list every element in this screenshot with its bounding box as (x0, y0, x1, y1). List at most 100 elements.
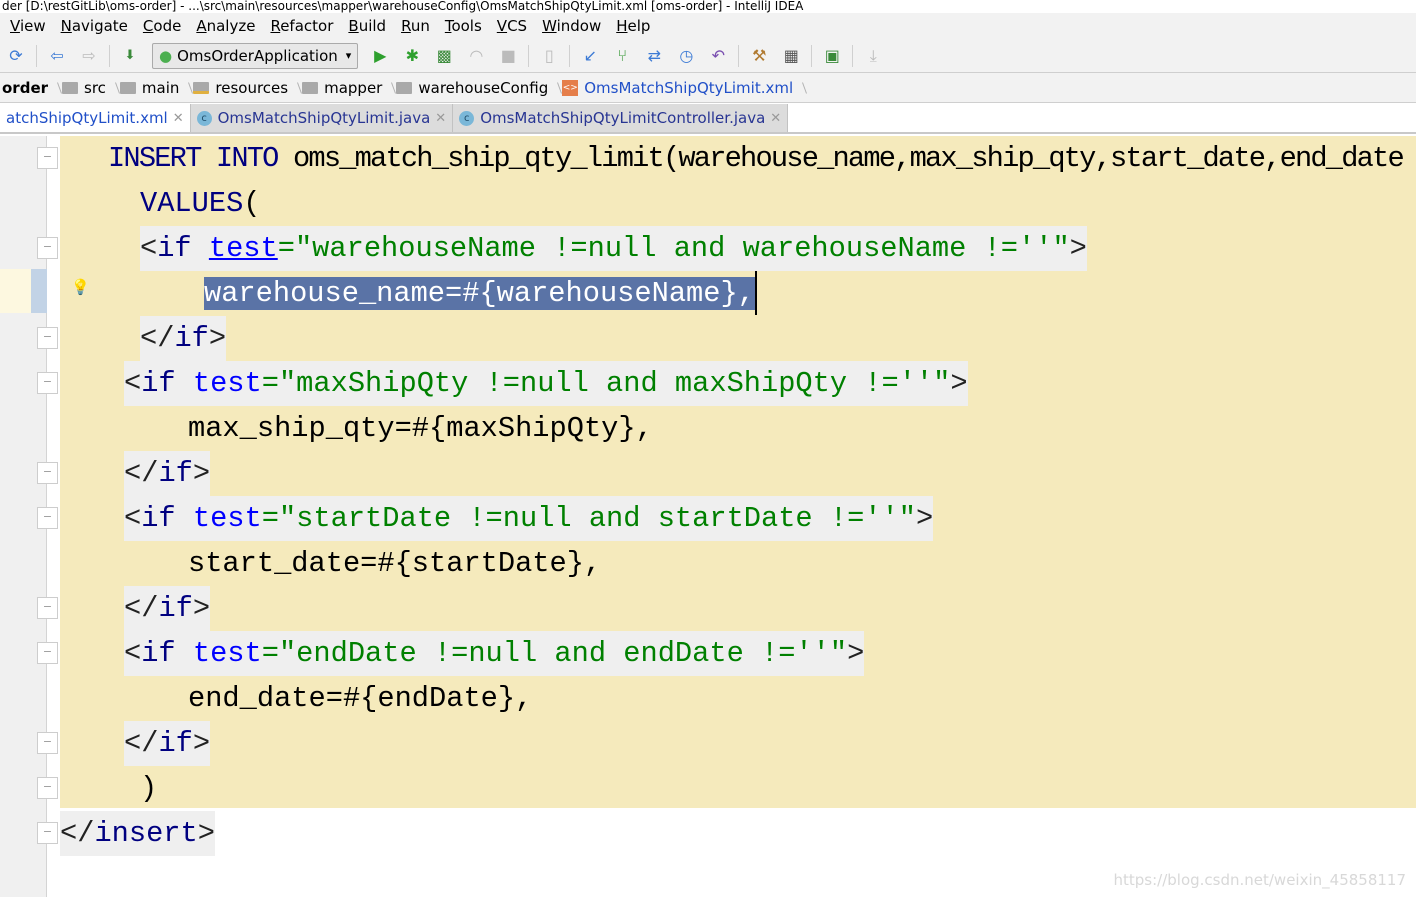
close-icon[interactable]: ✕ (173, 111, 184, 126)
breadcrumb-warehouseconfig[interactable]: warehouseConfig (388, 79, 554, 97)
fold-toggle-icon[interactable]: − (37, 327, 58, 349)
fold-toggle-icon[interactable]: − (37, 642, 58, 664)
code-token: if (141, 637, 193, 670)
menu-tools[interactable]: Tools (445, 17, 482, 35)
vcs-commit-icon[interactable]: ⑂ (610, 44, 634, 68)
chevron-down-icon: ▾ (345, 49, 352, 62)
breadcrumb-project[interactable]: order (0, 79, 54, 97)
code-line[interactable]: max_ship_qty=#{maxShipQty}, (188, 406, 653, 451)
code-line[interactable]: VALUES( (140, 181, 261, 226)
xml-tag: <if test="endDate !=null and endDate !='… (124, 631, 865, 676)
menu-view[interactable]: View (10, 17, 46, 35)
fold-toggle-icon[interactable]: − (37, 822, 58, 844)
code-text: end_date=#{endDate}, (188, 682, 532, 715)
menu-code[interactable]: Code (143, 17, 181, 35)
fold-toggle-icon[interactable]: − (37, 462, 58, 484)
code-token: > (950, 367, 968, 400)
xml-tag: </insert> (60, 811, 215, 856)
fold-toggle-icon[interactable]: − (37, 732, 58, 754)
breadcrumb-mapper[interactable]: mapper (294, 79, 388, 97)
code-line[interactable]: INSERT INTO oms_match_ship_qty_limit(war… (108, 136, 1405, 181)
menu-run[interactable]: Run (401, 17, 430, 35)
run-config-select[interactable]: ● OmsOrderApplication ▾ (152, 42, 359, 69)
sync-icon[interactable]: ⟳ (4, 44, 28, 68)
resources-folder-icon (193, 81, 210, 94)
xml-tag: </if> (124, 451, 211, 496)
code-line[interactable]: <if test="warehouseName !=null and wareh… (140, 226, 1087, 271)
menu-window[interactable]: Window (542, 17, 601, 35)
code-token: test (192, 367, 262, 400)
code-token: </ (124, 727, 159, 760)
fold-toggle-icon[interactable]: − (37, 237, 58, 259)
vcs-update-icon[interactable]: ↙ (578, 44, 602, 68)
code-line[interactable]: end_date=#{endDate}, (188, 676, 532, 721)
code-token: > (208, 322, 227, 355)
vcs-compare-icon[interactable]: ⇄ (642, 44, 666, 68)
code-token: max_ship_qty=#{maxShipQty}, (188, 412, 653, 445)
profile-icon[interactable]: ◠ (464, 44, 488, 68)
xml-tag: <if test="startDate !=null and startDate… (124, 496, 934, 541)
back-icon[interactable]: ⇦ (45, 44, 69, 68)
code-token: ="startDate !=null and startDate !=''" (261, 502, 916, 535)
stop-icon[interactable]: ■ (496, 44, 520, 68)
code-line[interactable]: <if test="maxShipQty !=null and maxShipQ… (124, 361, 968, 406)
code-token: oms_match_ship_qty_limit(warehouse_name,… (292, 142, 1405, 175)
code-token: insert (94, 817, 198, 850)
xml-file-icon: <> (562, 79, 579, 96)
code-token: </ (124, 592, 159, 625)
fold-toggle-icon[interactable]: − (37, 372, 58, 394)
debug-icon[interactable]: ✱ (400, 44, 424, 68)
attach-icon[interactable]: ▯ (537, 44, 561, 68)
breadcrumb-resources[interactable]: resources (185, 79, 294, 97)
project-structure-icon[interactable]: ▦ (779, 44, 803, 68)
revert-icon[interactable]: ↶ (706, 44, 730, 68)
code-line[interactable]: ) (140, 766, 157, 811)
code-token: test (208, 232, 278, 265)
forward-icon[interactable]: ⇨ (77, 44, 101, 68)
code-line[interactable]: </if> (140, 316, 227, 361)
breadcrumb-src[interactable]: src (54, 79, 112, 97)
folder-icon (62, 81, 79, 94)
close-icon[interactable]: ✕ (435, 111, 446, 126)
xml-tag: </if> (140, 316, 227, 361)
fold-toggle-icon[interactable]: − (37, 507, 58, 529)
fold-toggle-icon[interactable]: − (37, 777, 58, 799)
menu-navigate[interactable]: Navigate (61, 17, 128, 35)
menu-vcs[interactable]: VCS (497, 17, 527, 35)
tab-java-file[interactable]: c OmsMatchShipQtyLimit.java ✕ (190, 104, 454, 132)
code-token: > (192, 457, 211, 490)
run-icon[interactable]: ▶ (368, 44, 392, 68)
fold-toggle-icon[interactable]: − (37, 597, 58, 619)
code-line[interactable]: <if test="startDate !=null and startDate… (124, 496, 934, 541)
menu-analyze[interactable]: Analyze (196, 17, 255, 35)
menu-help[interactable]: Help (616, 17, 650, 35)
code-line[interactable]: </if> (124, 721, 211, 766)
breadcrumb-main[interactable]: main (112, 79, 185, 97)
download-icon[interactable]: ⤓ (861, 44, 885, 68)
code-line[interactable]: </if> (124, 586, 211, 631)
sdk-icon[interactable]: ▣ (820, 44, 844, 68)
menu-build[interactable]: Build (348, 17, 386, 35)
code-line[interactable]: </if> (124, 451, 211, 496)
coverage-icon[interactable]: ▩ (432, 44, 456, 68)
window-title: der [D:\restGitLib\oms-order] - ...\src\… (0, 0, 1416, 13)
menu-refactor[interactable]: Refactor (270, 17, 333, 35)
settings-icon[interactable]: ⚒ (747, 44, 771, 68)
breadcrumb-file[interactable]: <> OmsMatchShipQtyLimit.xml (554, 79, 799, 97)
code-line[interactable]: </insert> (60, 811, 215, 856)
tab-controller-file[interactable]: c OmsMatchShipQtyLimitController.java ✕ (453, 104, 789, 132)
fold-toggle-icon[interactable]: − (37, 147, 58, 169)
code-line[interactable]: <if test="endDate !=null and endDate !='… (124, 631, 865, 676)
vcs-history-icon[interactable]: ◷ (674, 44, 698, 68)
close-icon[interactable]: ✕ (770, 111, 781, 126)
code-line[interactable]: warehouse_name=#{warehouseName}, (204, 271, 757, 316)
code-token: > (192, 592, 211, 625)
tab-xml-file[interactable]: atchShipQtyLimit.xml ✕ (0, 104, 191, 132)
current-line-gutter (0, 269, 47, 313)
divider (811, 44, 813, 67)
code-line[interactable]: start_date=#{startDate}, (188, 541, 601, 586)
build-icon[interactable]: ⬇ (118, 44, 142, 68)
lightbulb-icon[interactable]: 💡 (71, 278, 90, 296)
code-token: if (174, 322, 209, 355)
menu-bar: View Navigate Code Analyze Refactor Buil… (0, 13, 1416, 39)
